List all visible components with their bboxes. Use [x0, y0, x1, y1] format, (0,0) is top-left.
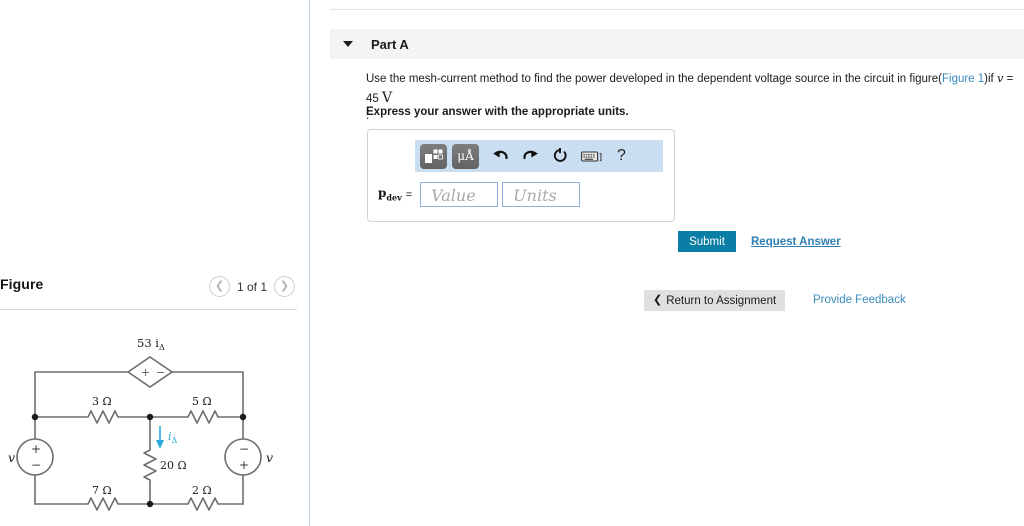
- question-text-mid: )if: [984, 73, 997, 85]
- svg-text:]: ]: [599, 153, 603, 163]
- units-input[interactable]: Units: [502, 182, 581, 207]
- answer-variable-label: pdev: [378, 186, 402, 203]
- answer-entry-box: μÅ] ? pdev = Value Units: [367, 129, 675, 222]
- dependent-source-minus: −: [156, 366, 165, 379]
- dependent-source-label: 53 iΔ: [137, 336, 165, 352]
- instruction-text: Express your answer with the appropriate…: [366, 106, 629, 118]
- circuit-nodes: [31, 413, 247, 508]
- resistor-label-3ohm: 3 Ω: [92, 395, 112, 408]
- right-source-plus: +: [239, 458, 249, 472]
- return-to-assignment-label: Return to Assignment: [666, 294, 777, 307]
- page-root: Figure ❮ 1 of 1 ❯ + − 53 iΔ 3 Ω 5 Ω 20 Ω…: [0, 0, 1024, 526]
- voltage-source-right: − +: [224, 438, 262, 476]
- undo-arrow-icon[interactable]: [492, 149, 509, 164]
- math-template-icon[interactable]: [420, 143, 447, 169]
- left-source-minus: −: [31, 458, 41, 472]
- circuit-diagram: + − 53 iΔ 3 Ω 5 Ω 20 Ω 7 Ω 2 Ω iΔ + − v …: [0, 322, 310, 526]
- resistor-label-7ohm: 7 Ω: [92, 484, 112, 497]
- question-mark-icon[interactable]: ?: [617, 147, 626, 165]
- figure-panel: Figure ❮ 1 of 1 ❯ + − 53 iΔ 3 Ω 5 Ω 20 Ω…: [0, 0, 310, 526]
- micro-angstrom-units-icon[interactable]: μÅ: [452, 143, 479, 169]
- reset-circular-arrow-icon[interactable]: [552, 148, 568, 164]
- circuit-svg: + − 53 iΔ 3 Ω 5 Ω 20 Ω 7 Ω 2 Ω iΔ + − v …: [8, 336, 273, 511]
- figure-divider: [0, 309, 297, 310]
- value-input[interactable]: Value: [420, 182, 499, 207]
- dependent-source-plus: +: [141, 366, 150, 379]
- request-answer-link[interactable]: Request Answer: [751, 236, 841, 248]
- keyboard-icon[interactable]: ]: [581, 150, 603, 163]
- top-divider: [330, 9, 1024, 10]
- figure-prev-button[interactable]: ❮: [208, 276, 230, 297]
- dependent-source-symbol: + −: [126, 356, 174, 388]
- voltage-source-left: + −: [16, 438, 54, 476]
- right-source-label: v: [266, 450, 273, 465]
- part-a-header[interactable]: Part A: [330, 29, 1024, 59]
- current-arrow-idelta: [156, 426, 164, 449]
- resistor-label-2ohm: 2 Ω: [192, 484, 212, 497]
- caret-down-icon[interactable]: [343, 41, 353, 47]
- redo-arrow-icon[interactable]: [522, 149, 539, 164]
- right-source-minus: −: [239, 442, 249, 456]
- answer-input-row: pdev = Value Units: [378, 182, 581, 207]
- figure-page-count: 1 of 1: [236, 279, 267, 294]
- provide-feedback-link[interactable]: Provide Feedback: [813, 294, 906, 306]
- chevron-left-icon: ❮: [653, 294, 663, 306]
- question-text-pre: Use the mesh-current method to find the …: [366, 73, 942, 85]
- submit-button[interactable]: Submit: [678, 231, 736, 252]
- units-icon-label: μÅ: [457, 149, 474, 163]
- part-a-label: Part A: [371, 36, 409, 52]
- figure-next-button[interactable]: ❯: [274, 276, 295, 297]
- left-source-plus: +: [31, 442, 41, 456]
- figure-1-link[interactable]: Figure 1: [942, 73, 984, 85]
- question-unit-volts: V: [382, 89, 393, 106]
- return-to-assignment-button[interactable]: ❮ Return to Assignment: [644, 290, 786, 311]
- resistor-label-5ohm: 5 Ω: [192, 395, 212, 408]
- answer-toolbar: μÅ] ?: [415, 140, 663, 172]
- left-source-label: v: [8, 450, 15, 465]
- figure-panel-title: Figure: [0, 276, 44, 292]
- content-panel: Part A Use the mesh-current method to fi…: [311, 0, 1024, 526]
- figure-pagination: ❮ 1 of 1 ❯: [208, 276, 295, 297]
- resistor-label-20ohm: 20 Ω: [160, 459, 187, 472]
- equals-sign: =: [405, 188, 413, 201]
- current-label-idelta: iΔ: [168, 430, 178, 445]
